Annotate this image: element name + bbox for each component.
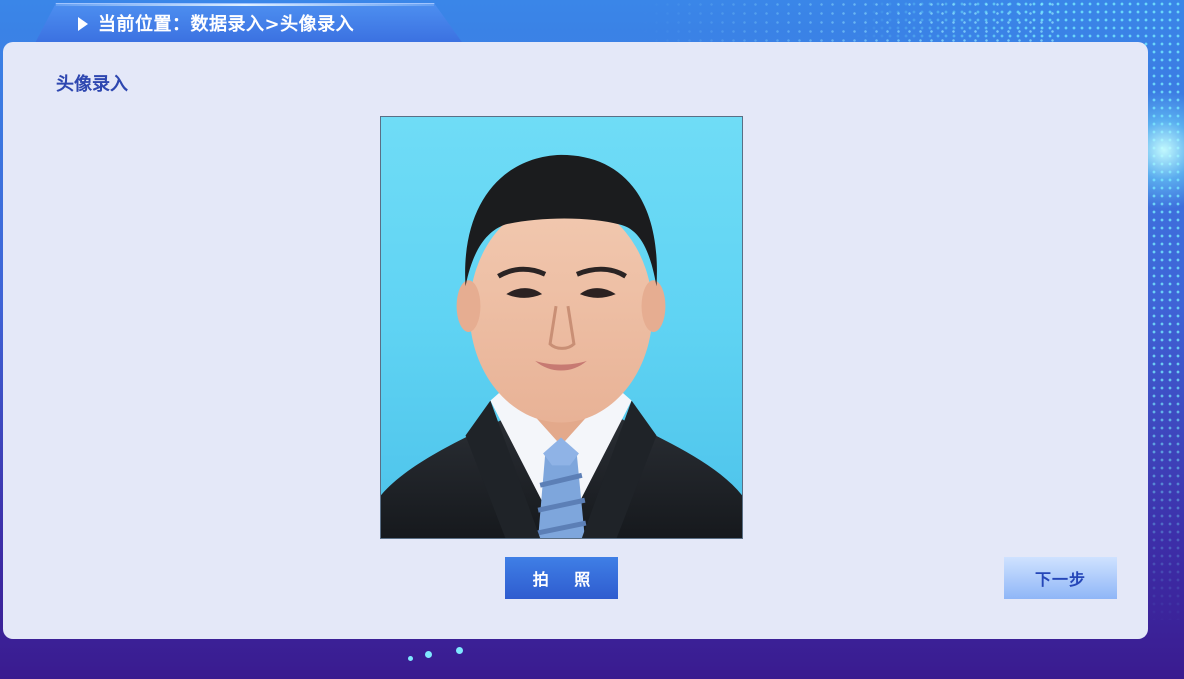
portrait-photo-icon: [381, 154, 742, 538]
next-step-button[interactable]: 下一步: [1004, 557, 1117, 599]
background-dot: [425, 651, 432, 658]
avatar-photo: [380, 116, 743, 539]
main-panel: 头像录入 拍 照 下一步: [3, 42, 1148, 639]
breadcrumb-text: 当前位置：数据录入>头像录入: [98, 13, 355, 35]
background-dot: [408, 656, 413, 661]
capture-photo-button[interactable]: 拍 照: [505, 557, 618, 599]
breadcrumb: 当前位置：数据录入>头像录入: [34, 3, 464, 45]
background-dot: [456, 647, 463, 654]
triangle-right-icon: [78, 17, 88, 31]
section-title: 头像录入: [56, 74, 128, 95]
